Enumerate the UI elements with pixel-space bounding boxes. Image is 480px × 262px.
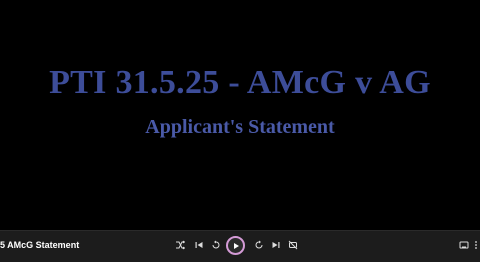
play-icon [233, 242, 239, 249]
video-title: PTI 31.5.25 - AMcG v AG [49, 64, 431, 101]
video-frame[interactable]: PTI 31.5.25 - AMcG v AG Applicant's Stat… [0, 0, 480, 228]
more-icon[interactable] [470, 239, 480, 251]
shuffle-icon[interactable] [174, 239, 186, 251]
repeat-off-icon[interactable] [287, 239, 299, 251]
cast-icon[interactable] [458, 239, 470, 251]
next-icon[interactable] [270, 239, 282, 251]
now-playing-title[interactable]: 5 AMcG Statement [0, 240, 79, 250]
play-button[interactable] [226, 236, 245, 255]
media-control-bar: 5 AMcG Statement [0, 230, 480, 262]
video-subtitle: Applicant's Statement [145, 116, 335, 138]
rewind-10-icon[interactable] [210, 239, 222, 251]
previous-icon[interactable] [193, 239, 205, 251]
forward-30-icon[interactable] [253, 239, 265, 251]
